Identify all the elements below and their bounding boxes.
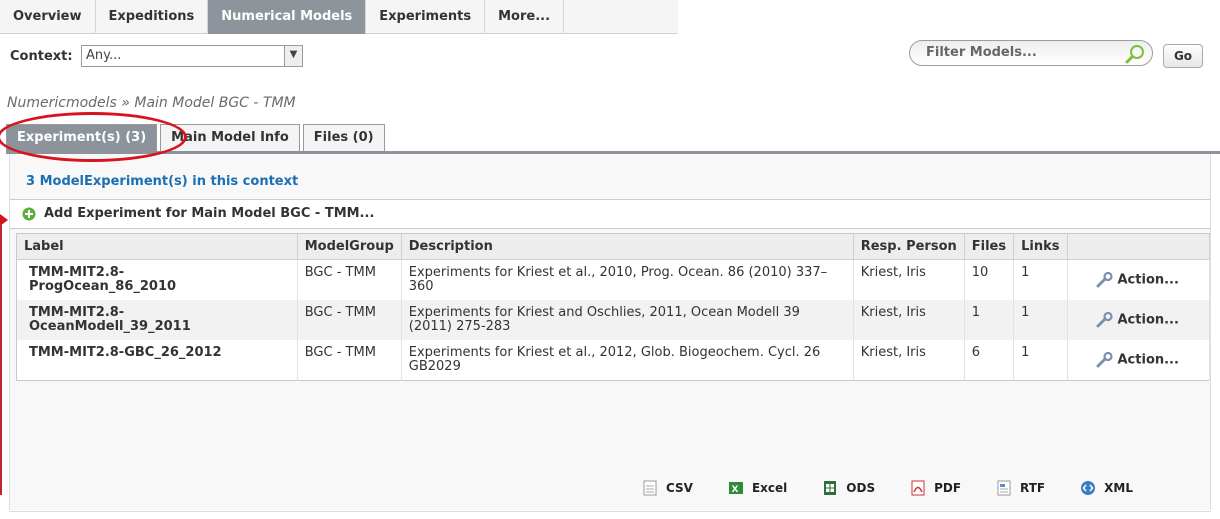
wrench-icon xyxy=(1096,352,1113,368)
add-experiment-label: Add Experiment for Main Model BGC - TMM.… xyxy=(44,206,375,221)
action-label: Action... xyxy=(1117,312,1179,328)
action-label: Action... xyxy=(1117,352,1179,368)
export-rtf-label: RTF xyxy=(1020,481,1046,495)
export-excel-label: Excel xyxy=(751,481,788,495)
cell-modelgroup: BGC - TMM xyxy=(297,340,402,381)
column-header-links[interactable]: Links xyxy=(1013,233,1068,260)
tab-main-model-info[interactable]: Main Model Info xyxy=(160,124,300,152)
export-xml-button[interactable]: XML xyxy=(1080,480,1133,496)
context-select[interactable]: Any... ▼ xyxy=(81,45,303,67)
cell-description: Experiments for Kriest et al., 2010, Pro… xyxy=(401,259,854,300)
cell-resp-person: Kriest, Iris xyxy=(853,340,965,381)
add-experiment-button[interactable]: Add Experiment for Main Model BGC - TMM.… xyxy=(10,199,1210,229)
panel-title[interactable]: 3 ModelExperiment(s) in this context xyxy=(26,174,298,189)
cell-links: 1 xyxy=(1013,300,1068,340)
cell-description: Experiments for Kriest et al., 2012, Glo… xyxy=(401,340,854,381)
ods-file-icon xyxy=(824,481,837,495)
row-label-text: TMM-MIT2.8- OceanModell_39_2011 xyxy=(29,305,191,334)
annotation-line xyxy=(0,225,2,495)
cell-files: 6 xyxy=(964,340,1015,381)
action-label: Action... xyxy=(1117,272,1179,288)
filter-models-input[interactable]: Filter Models... xyxy=(909,40,1153,66)
cell-links: 1 xyxy=(1013,259,1068,300)
table-row[interactable]: TMM-MIT2.8- ProgOcean_86_2010 BGC - TMM … xyxy=(16,259,1210,300)
filter-placeholder: Filter Models... xyxy=(926,45,1037,60)
go-button[interactable]: Go xyxy=(1163,44,1203,68)
action-button[interactable]: Action... xyxy=(1067,300,1210,340)
cell-resp-person: Kriest, Iris xyxy=(853,300,965,340)
export-bar: CSV X Excel ODS PDF RTF XML xyxy=(642,480,1168,496)
sub-tabs: Experiment(s) (3) Main Model Info Files … xyxy=(6,124,388,152)
nav-tab-numerical-models[interactable]: Numerical Models xyxy=(208,0,367,34)
breadcrumb: Numericmodels » Main Model BGC - TMM xyxy=(7,95,296,111)
context-label: Context: xyxy=(10,49,73,64)
export-pdf-button[interactable]: PDF xyxy=(910,480,961,496)
column-header-label[interactable]: Label xyxy=(16,233,298,260)
tab-experiments[interactable]: Experiment(s) (3) xyxy=(6,124,158,152)
table-header-row: Label ModelGroup Description Resp. Perso… xyxy=(16,233,1210,260)
action-button[interactable]: Action... xyxy=(1067,340,1210,381)
main-nav: Overview Expeditions Numerical Models Ex… xyxy=(0,0,678,34)
cell-links: 1 xyxy=(1013,340,1068,381)
nav-tab-more[interactable]: More... xyxy=(485,0,565,34)
bottom-divider xyxy=(9,511,1211,512)
pdf-file-icon xyxy=(911,480,925,496)
xml-file-icon xyxy=(1081,481,1096,495)
export-pdf-label: PDF xyxy=(934,481,962,495)
svg-text:X: X xyxy=(731,485,738,495)
rtf-file-icon xyxy=(997,480,1011,496)
tab-files[interactable]: Files (0) xyxy=(302,124,385,152)
column-header-description[interactable]: Description xyxy=(401,233,854,260)
column-header-actions xyxy=(1067,233,1210,260)
export-ods-button[interactable]: ODS xyxy=(822,480,875,496)
cell-files: 1 xyxy=(964,300,1015,340)
cell-description: Experiments for Kriest and Oschlies, 201… xyxy=(401,300,854,340)
column-header-files[interactable]: Files xyxy=(964,233,1015,260)
wrench-icon xyxy=(1096,312,1113,328)
context-select-value: Any... xyxy=(86,48,122,63)
export-excel-button[interactable]: X Excel xyxy=(728,480,787,496)
search-icon[interactable] xyxy=(1124,43,1146,65)
add-circle-icon xyxy=(22,207,36,221)
column-header-modelgroup[interactable]: ModelGroup xyxy=(297,233,402,260)
cell-modelgroup: BGC - TMM xyxy=(297,300,402,340)
wrench-icon xyxy=(1096,272,1113,288)
experiments-panel: 3 ModelExperiment(s) in this context Add… xyxy=(9,154,1211,510)
csv-file-icon xyxy=(643,480,657,496)
dropdown-arrow-icon[interactable]: ▼ xyxy=(284,46,302,66)
context-bar: Context: Any... ▼ Filter Models... Go xyxy=(0,34,1220,78)
row-label-text: TMM-MIT2.8- ProgOcean_86_2010 xyxy=(29,265,177,294)
cell-resp-person: Kriest, Iris xyxy=(853,259,965,300)
nav-tab-overview[interactable]: Overview xyxy=(0,0,96,34)
cell-modelgroup: BGC - TMM xyxy=(297,259,402,300)
cell-label[interactable]: TMM-MIT2.8- ProgOcean_86_2010 xyxy=(16,259,298,300)
cell-label[interactable]: TMM-MIT2.8-GBC_26_2012 xyxy=(16,340,298,381)
table-row[interactable]: TMM-MIT2.8-GBC_26_2012 BGC - TMM Experim… xyxy=(16,340,1210,381)
export-rtf-button[interactable]: RTF xyxy=(996,480,1045,496)
cell-files: 10 xyxy=(964,259,1015,300)
action-button[interactable]: Action... xyxy=(1067,259,1210,300)
row-label-text: TMM-MIT2.8-GBC_26_2012 xyxy=(29,345,222,360)
cell-label[interactable]: TMM-MIT2.8- OceanModell_39_2011 xyxy=(16,300,298,340)
nav-tab-experiments[interactable]: Experiments xyxy=(366,0,486,34)
column-header-resp-person[interactable]: Resp. Person xyxy=(853,233,965,260)
table-row[interactable]: TMM-MIT2.8- OceanModell_39_2011 BGC - TM… xyxy=(16,300,1210,340)
export-xml-label: XML xyxy=(1104,481,1133,495)
export-csv-button[interactable]: CSV xyxy=(642,480,693,496)
export-ods-label: ODS xyxy=(846,481,876,495)
excel-file-icon: X xyxy=(728,482,743,495)
export-csv-label: CSV xyxy=(666,481,693,495)
nav-tab-expeditions[interactable]: Expeditions xyxy=(96,0,209,34)
experiments-table: Label ModelGroup Description Resp. Perso… xyxy=(16,233,1210,381)
